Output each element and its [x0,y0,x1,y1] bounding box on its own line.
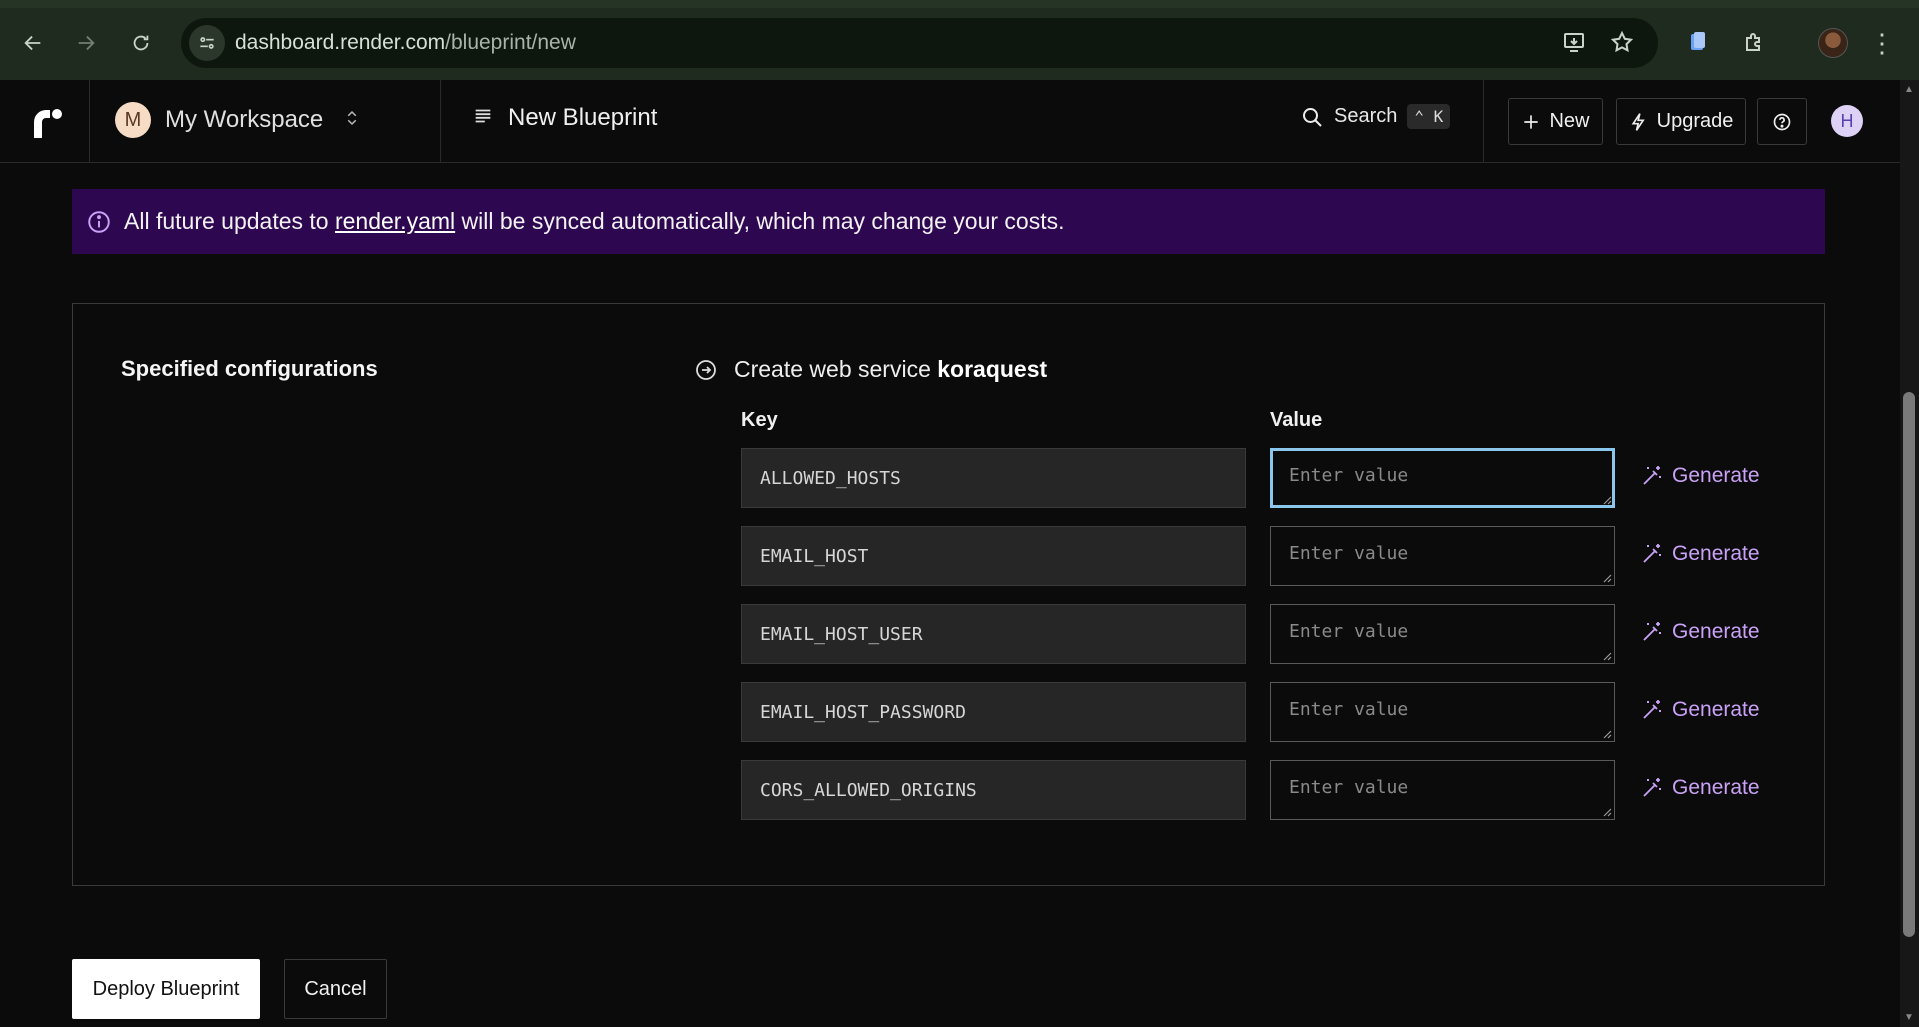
env-value-input[interactable] [1270,526,1615,586]
search-button[interactable]: Search ⌃ K [1300,104,1451,129]
chevron-up-down-icon [343,109,361,132]
env-key-field: EMAIL_HOST [741,526,1246,586]
resize-handle-icon[interactable] [1602,495,1612,505]
upgrade-button[interactable]: Upgrade [1616,98,1746,145]
header-divider [89,80,90,163]
forward-icon[interactable] [69,26,103,60]
generate-label: Generate [1672,620,1760,643]
env-value-input[interactable] [1270,682,1615,742]
user-avatar[interactable]: H [1831,105,1863,137]
new-button[interactable]: New [1508,98,1603,145]
help-icon [1773,113,1791,130]
page-title: New Blueprint [508,104,658,131]
generate-label: Generate [1672,542,1760,565]
resize-handle-icon[interactable] [1602,651,1612,661]
breadcrumb: New Blueprint [472,104,657,132]
workspace-avatar: M [115,102,151,138]
render-yaml-link[interactable]: render.yaml [335,208,455,234]
new-button-label: New [1549,110,1590,132]
header-divider [440,80,441,163]
cost-sync-banner: All future updates to render.yaml will b… [72,189,1825,254]
env-key-field: CORS_ALLOWED_ORIGINS [741,760,1246,820]
generate-button[interactable]: Generate [1640,620,1760,644]
generate-label: Generate [1672,698,1760,721]
site-settings-icon[interactable] [189,25,225,61]
env-key-field: EMAIL_HOST_USER [741,604,1246,664]
env-value-input[interactable] [1270,448,1615,508]
render-logo-icon[interactable] [30,106,64,140]
value-column-header: Value [1270,409,1323,431]
workspace-name: My Workspace [165,106,324,133]
search-shortcut: ⌃ K [1407,104,1451,129]
cancel-button[interactable]: Cancel [284,959,387,1019]
search-label: Search [1334,105,1398,127]
deploy-blueprint-button[interactable]: Deploy Blueprint [72,959,260,1019]
env-value-input[interactable] [1270,760,1615,820]
tab-strip [0,0,1919,8]
generate-button[interactable]: Generate [1640,776,1760,800]
extensions-puzzle-icon[interactable] [1736,24,1772,60]
scroll-up-icon[interactable]: ▲ [1903,84,1915,95]
info-icon [88,210,110,233]
browser-profile-avatar[interactable] [1818,28,1848,58]
key-column-header: Key [741,409,778,431]
url-text: dashboard.render.com/blueprint/new [235,31,576,54]
extension-docs-icon[interactable] [1680,24,1716,60]
install-app-icon[interactable] [1556,24,1592,60]
plus-icon [1524,114,1539,129]
header-divider [1483,80,1484,163]
resize-handle-icon[interactable] [1602,573,1612,583]
magic-wand-icon [1643,778,1661,797]
generate-button[interactable]: Generate [1640,698,1760,722]
env-key-field: EMAIL_HOST_PASSWORD [741,682,1246,742]
generate-label: Generate [1672,464,1760,487]
generate-button[interactable]: Generate [1640,464,1760,488]
browser-menu-icon[interactable]: ⋮ [1869,26,1895,60]
magic-wand-icon [1643,466,1661,485]
list-icon [472,105,494,132]
env-value-input[interactable] [1270,604,1615,664]
workspace-switcher[interactable]: M My Workspace [115,102,361,138]
section-label: Specified configurations [121,356,378,381]
magic-wand-icon [1643,700,1661,719]
banner-message: All future updates to render.yaml will b… [124,208,1065,234]
scroll-down-icon[interactable]: ▼ [1903,1012,1915,1023]
back-icon[interactable] [16,26,50,60]
env-key-field: ALLOWED_HOSTS [741,448,1246,508]
address-bar[interactable]: dashboard.render.com/blueprint/new [181,18,1658,68]
arrow-circle-right-icon [696,359,716,380]
service-name: koraquest [937,356,1048,382]
magic-wand-icon [1643,622,1661,641]
reload-icon[interactable] [124,26,158,60]
resize-handle-icon[interactable] [1602,807,1612,817]
service-heading: Create web service koraquest [694,356,1047,383]
help-button[interactable] [1757,98,1807,145]
bookmark-star-icon[interactable] [1604,24,1640,60]
upgrade-button-label: Upgrade [1656,110,1734,132]
resize-handle-icon[interactable] [1602,729,1612,739]
scrollbar-thumb[interactable] [1903,392,1915,937]
search-icon [1303,107,1322,127]
magic-wand-icon [1643,544,1661,563]
generate-button[interactable]: Generate [1640,542,1760,566]
lightning-icon [1631,112,1645,131]
generate-label: Generate [1672,776,1760,799]
